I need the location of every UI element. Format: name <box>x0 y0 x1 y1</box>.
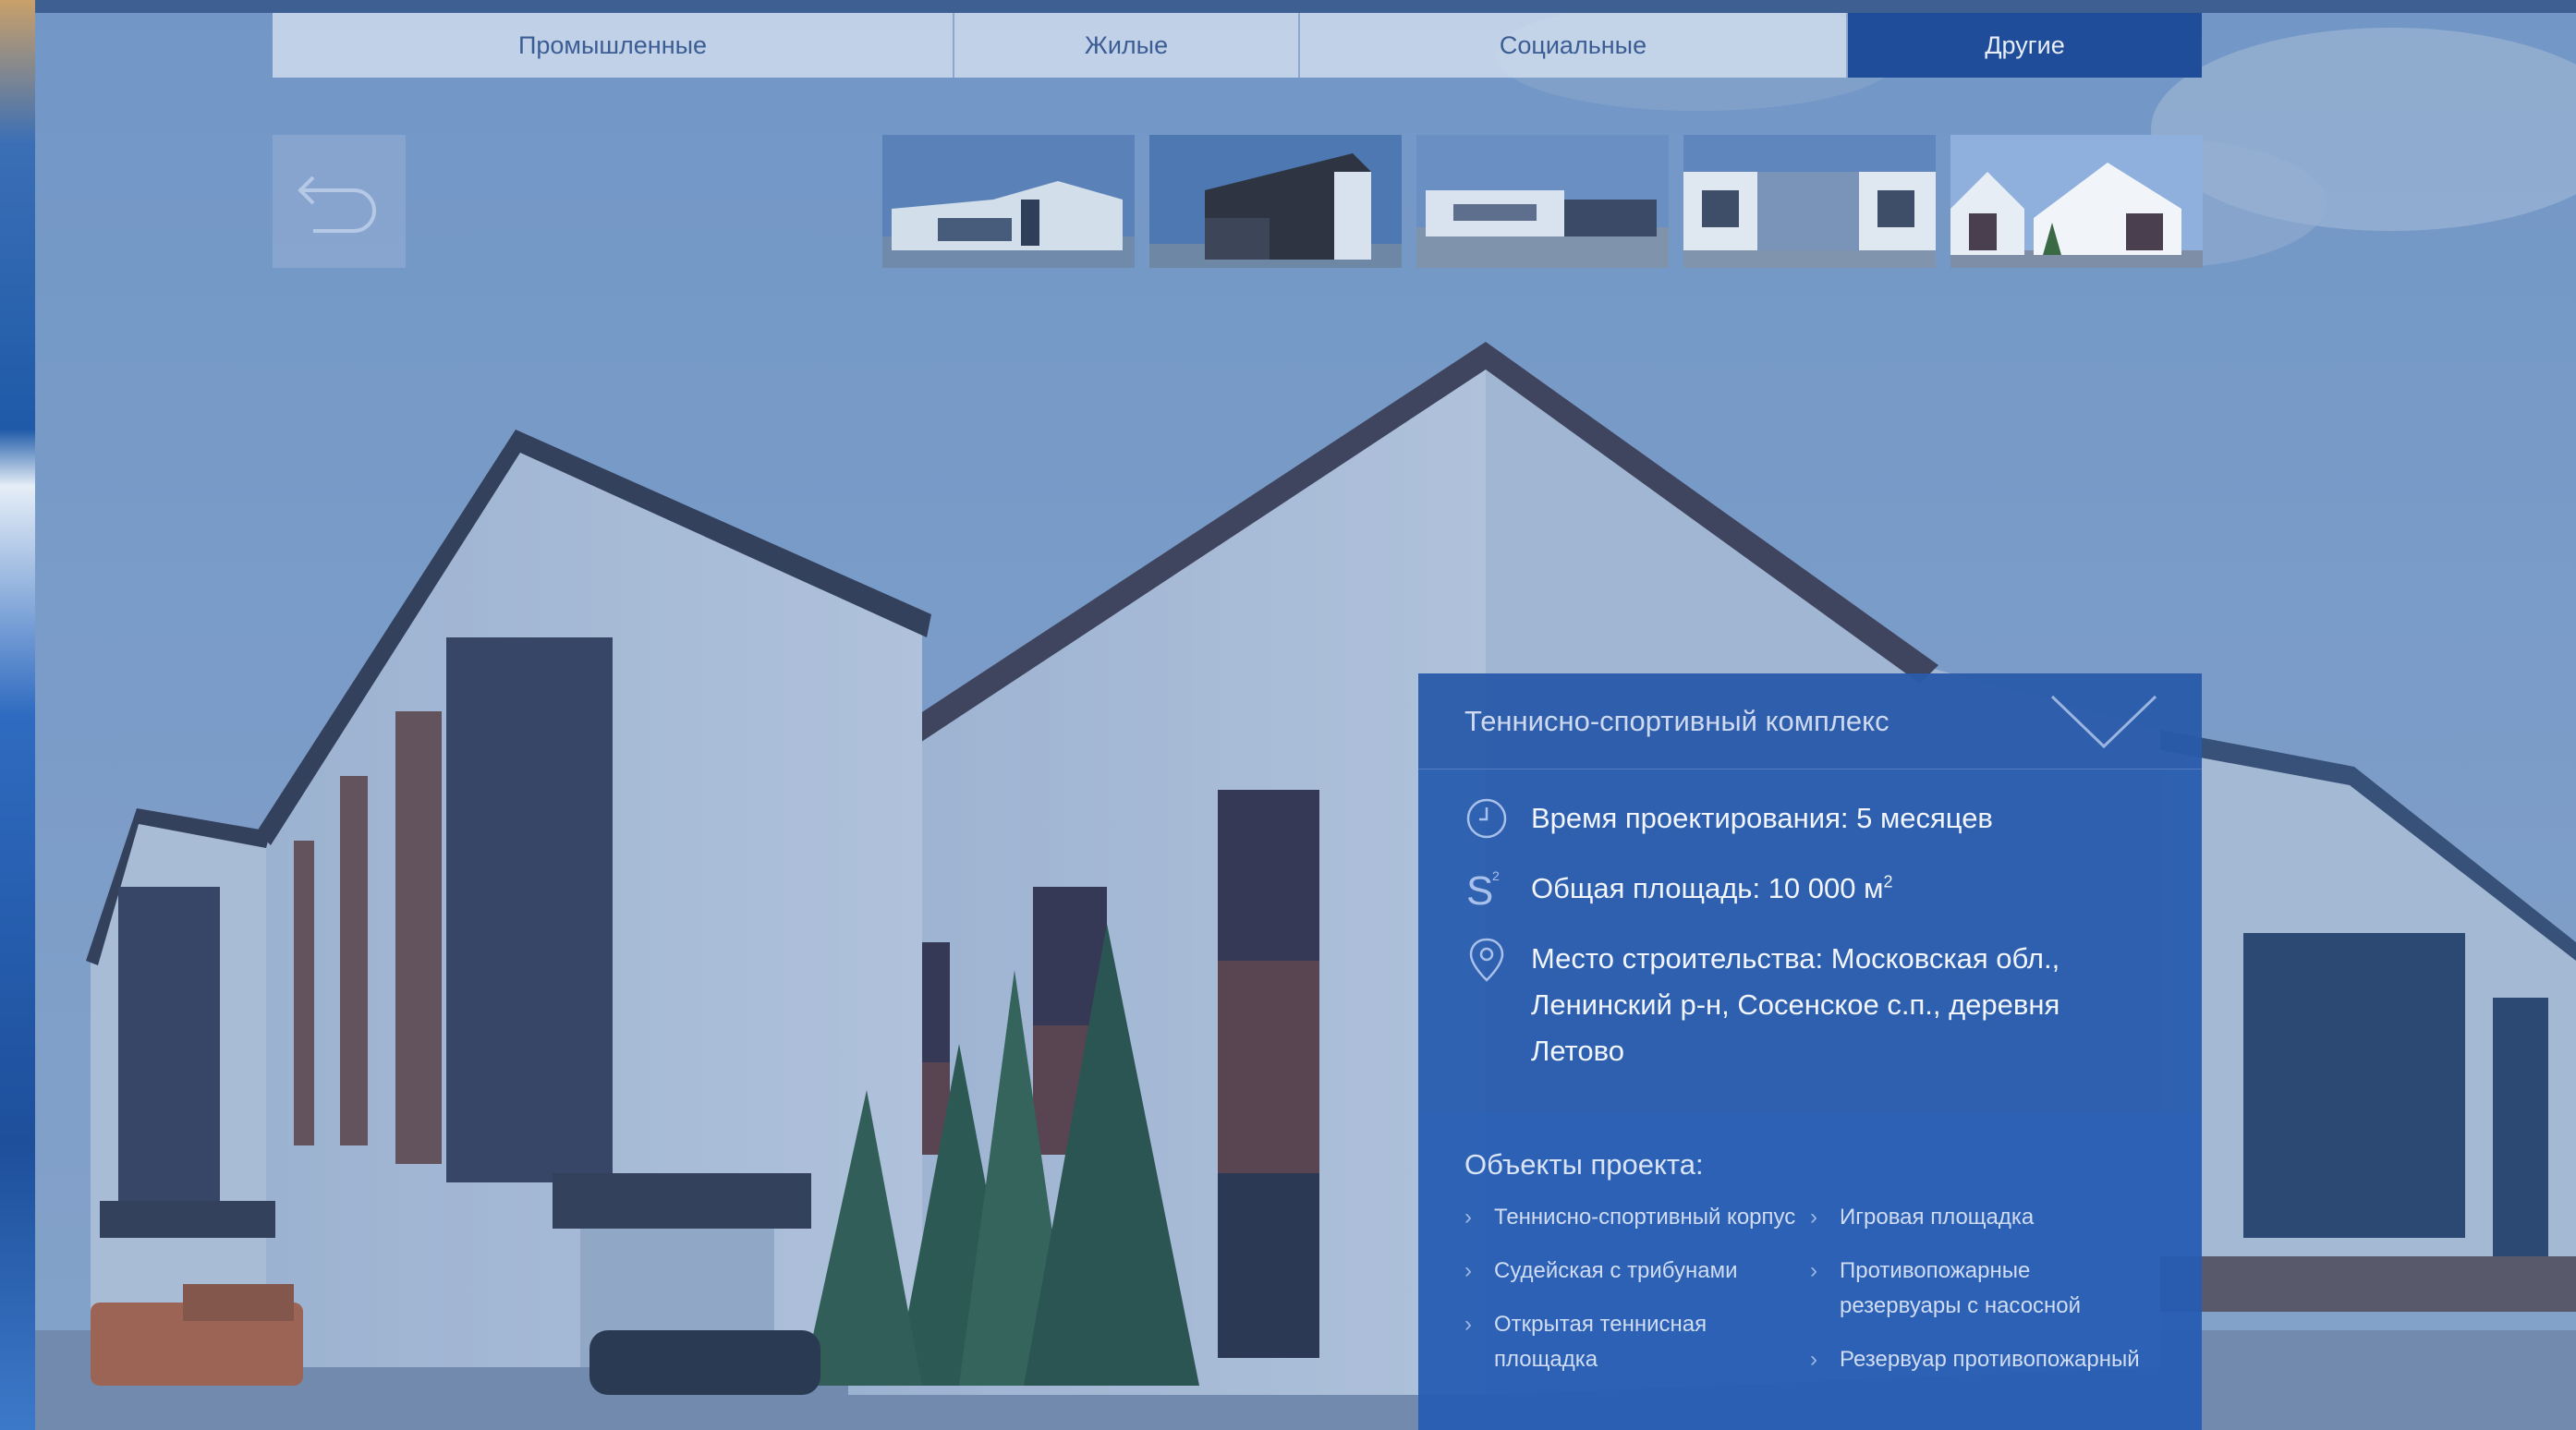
list-item: › Открытая теннисная площадка <box>1464 1307 1810 1377</box>
objects-left-column: › Теннисно-спортивный корпус › Судейская с… <box>1464 1200 1810 1396</box>
thumbnail-4[interactable] <box>1683 135 1936 268</box>
thumbnail-5[interactable] <box>1950 135 2203 268</box>
project-title: Теннисно-спортивный комплекс <box>1464 704 1889 737</box>
area-fact: S 2 Общая площадь: 10 000 м2 <box>1464 866 2156 912</box>
chevron-right-icon: › <box>1464 1312 1472 1337</box>
list-item: › Противопожарные резервуары с насосной <box>1810 1254 2156 1324</box>
thumbnail-1[interactable] <box>882 135 1135 268</box>
objects-title: Объекты проекта: <box>1464 1148 1704 1181</box>
tab-residential[interactable]: Жилые <box>954 13 1300 78</box>
project-objects: Объекты проекта: › Теннисно-спортивный ко… <box>1418 1113 2202 1430</box>
panel-header: Теннисно-спортивный комплекс <box>1418 673 2202 770</box>
clock-icon <box>1466 798 1507 839</box>
design-time-text: Время проектирования: 5 месяцев <box>1531 802 1993 834</box>
tab-other[interactable]: Другие <box>1848 13 2202 78</box>
adjacent-slide-edge <box>0 0 35 1430</box>
tab-industrial[interactable]: Промышленные <box>273 13 954 78</box>
project-info-panel: Теннисно-спортивный комплекс Время проек… <box>1418 673 2202 1430</box>
category-tabs: Промышленные Жилые Социальные Другие <box>273 13 2202 78</box>
list-item: › Теннисно-спортивный корпус <box>1464 1200 1810 1235</box>
chevron-right-icon: › <box>1810 1347 1817 1372</box>
location-fact: Место строительства: Московская обл., Ле… <box>1464 936 2156 1074</box>
thumbnail-2[interactable] <box>1149 135 1402 268</box>
area-text: Общая площадь: 10 000 м2 <box>1531 872 1893 904</box>
location-text: Место строительства: Московская обл., Ле… <box>1531 942 2060 1067</box>
chevron-right-icon: › <box>1464 1205 1472 1230</box>
list-item: › Резервуар противопожарный <box>1810 1342 2156 1377</box>
tab-social[interactable]: Социальные <box>1300 13 1848 78</box>
location-pin-icon <box>1469 938 1504 982</box>
list-item: › Игровая площадка <box>1810 1200 2156 1235</box>
svg-text:S: S <box>1466 868 1493 912</box>
back-arrow-icon <box>298 176 376 233</box>
thumbnail-3[interactable] <box>1416 135 1669 268</box>
list-item: › Судейская с трибунами <box>1464 1254 1810 1289</box>
svg-text:2: 2 <box>1492 868 1500 883</box>
area-icon: S 2 <box>1466 868 1500 912</box>
design-time-fact: Время проектирования: 5 месяцев <box>1464 795 2156 842</box>
project-facts: Время проектирования: 5 месяцев S 2 Обща… <box>1418 770 2202 1074</box>
chevron-down-icon[interactable] <box>2048 689 2159 754</box>
objects-right-column: › Игровая площадка › Противопожарные резер… <box>1810 1200 2156 1396</box>
chevron-right-icon: › <box>1810 1258 1817 1283</box>
thumbnail-strip <box>882 135 2203 268</box>
back-button[interactable] <box>273 135 406 268</box>
project-slide: Промышленные Жилые Социальные Другие Тен… <box>35 0 2576 1430</box>
chevron-right-icon: › <box>1464 1258 1472 1283</box>
chevron-right-icon: › <box>1810 1205 1817 1230</box>
top-bar <box>35 0 2576 13</box>
